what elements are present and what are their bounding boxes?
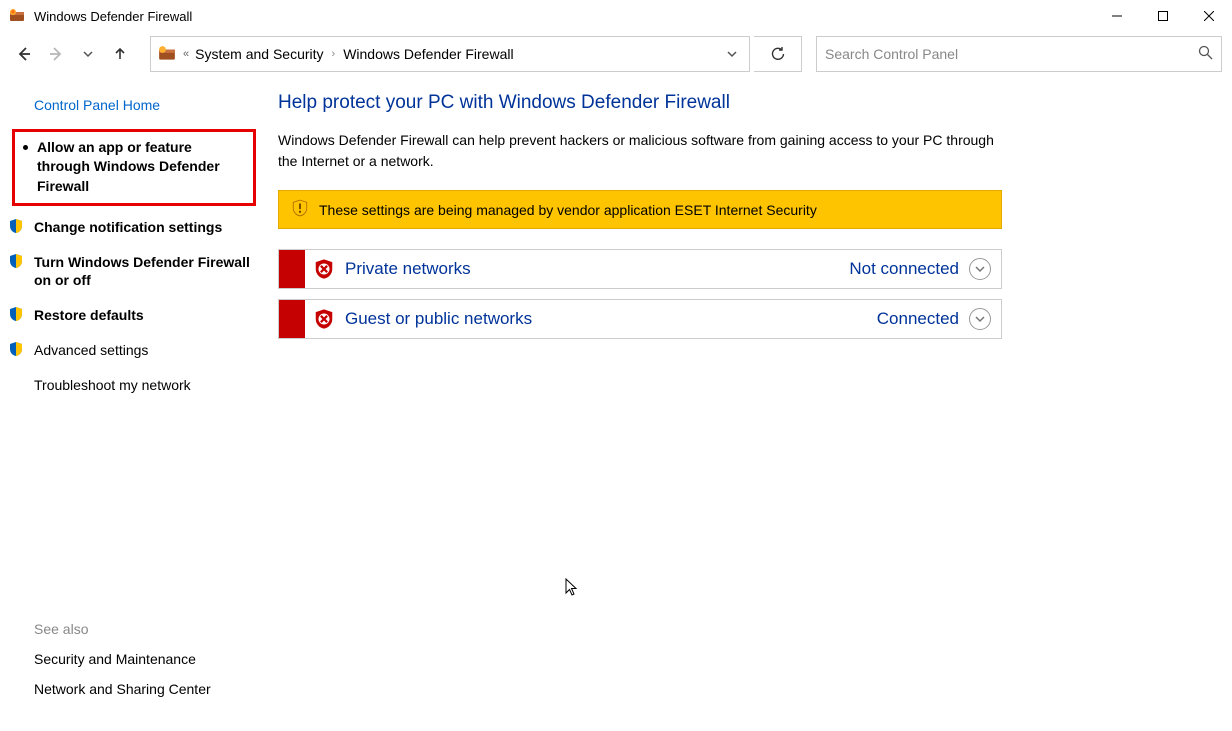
sidebar-turn-onoff[interactable]: Turn Windows Defender Firewall on or off <box>0 247 264 297</box>
expand-icon[interactable] <box>969 308 991 330</box>
main-panel: Help protect your PC with Windows Defend… <box>264 76 1232 731</box>
firewall-app-icon <box>8 7 26 25</box>
highlighted-task-label: Allow an app or feature through Windows … <box>37 138 245 197</box>
shield-blocked-icon <box>313 308 335 330</box>
network-status: Connected <box>877 309 959 329</box>
refresh-button[interactable] <box>754 36 802 72</box>
titlebar: Windows Defender Firewall <box>0 0 1232 32</box>
navbar: « System and Security › Windows Defender… <box>0 32 1232 76</box>
breadcrumb-root[interactable]: « <box>183 48 189 60</box>
sidebar-troubleshoot[interactable]: Troubleshoot my network <box>0 370 264 401</box>
network-label: Guest or public networks <box>345 309 877 329</box>
bullet-icon <box>23 145 28 150</box>
shield-icon <box>8 218 24 234</box>
network-status: Not connected <box>849 259 959 279</box>
see-also-security[interactable]: Security and Maintenance <box>34 651 264 667</box>
network-public-row[interactable]: Guest or public networks Connected <box>278 299 1002 339</box>
maximize-button[interactable] <box>1140 0 1186 32</box>
status-strip <box>279 300 305 338</box>
banner-text: These settings are being managed by vend… <box>319 202 817 218</box>
minimize-button[interactable] <box>1094 0 1140 32</box>
breadcrumb-part-2[interactable]: Windows Defender Firewall <box>343 46 513 62</box>
sidebar-restore-defaults[interactable]: Restore defaults <box>0 300 264 331</box>
vendor-banner: These settings are being managed by vend… <box>278 190 1002 229</box>
highlighted-task[interactable]: Allow an app or feature through Windows … <box>12 129 256 206</box>
expand-icon[interactable] <box>969 258 991 280</box>
page-description: Windows Defender Firewall can help preve… <box>278 130 998 172</box>
address-dropdown[interactable] <box>719 37 745 71</box>
page-heading: Help protect your PC with Windows Defend… <box>278 92 1216 114</box>
breadcrumb-separator: › <box>332 48 336 60</box>
address-bar[interactable]: « System and Security › Windows Defender… <box>150 36 750 72</box>
see-also-heading: See also <box>34 621 264 637</box>
status-strip <box>279 250 305 288</box>
window-title: Windows Defender Firewall <box>34 9 192 24</box>
sidebar: Control Panel Home Allow an app or featu… <box>0 76 264 731</box>
search-box[interactable] <box>816 36 1222 72</box>
control-panel-home-link[interactable]: Control Panel Home <box>0 90 264 121</box>
network-label: Private networks <box>345 259 849 279</box>
forward-button[interactable] <box>42 40 70 68</box>
back-button[interactable] <box>10 40 38 68</box>
network-private-row[interactable]: Private networks Not connected <box>278 249 1002 289</box>
shield-blocked-icon <box>313 258 335 280</box>
firewall-path-icon <box>157 44 177 64</box>
recent-locations-button[interactable] <box>74 40 102 68</box>
shield-icon <box>8 253 24 269</box>
warning-shield-icon <box>291 199 309 220</box>
sidebar-advanced-settings[interactable]: Advanced settings <box>0 335 264 366</box>
see-also-network-sharing[interactable]: Network and Sharing Center <box>34 681 264 697</box>
search-input[interactable] <box>825 46 1198 62</box>
close-button[interactable] <box>1186 0 1232 32</box>
shield-icon <box>8 341 24 357</box>
see-also-section: See also Security and Maintenance Networ… <box>0 621 264 711</box>
up-button[interactable] <box>106 40 134 68</box>
search-icon[interactable] <box>1198 45 1213 63</box>
shield-icon <box>8 306 24 322</box>
sidebar-change-notification[interactable]: Change notification settings <box>0 212 264 243</box>
breadcrumb-part-1[interactable]: System and Security <box>195 46 323 62</box>
